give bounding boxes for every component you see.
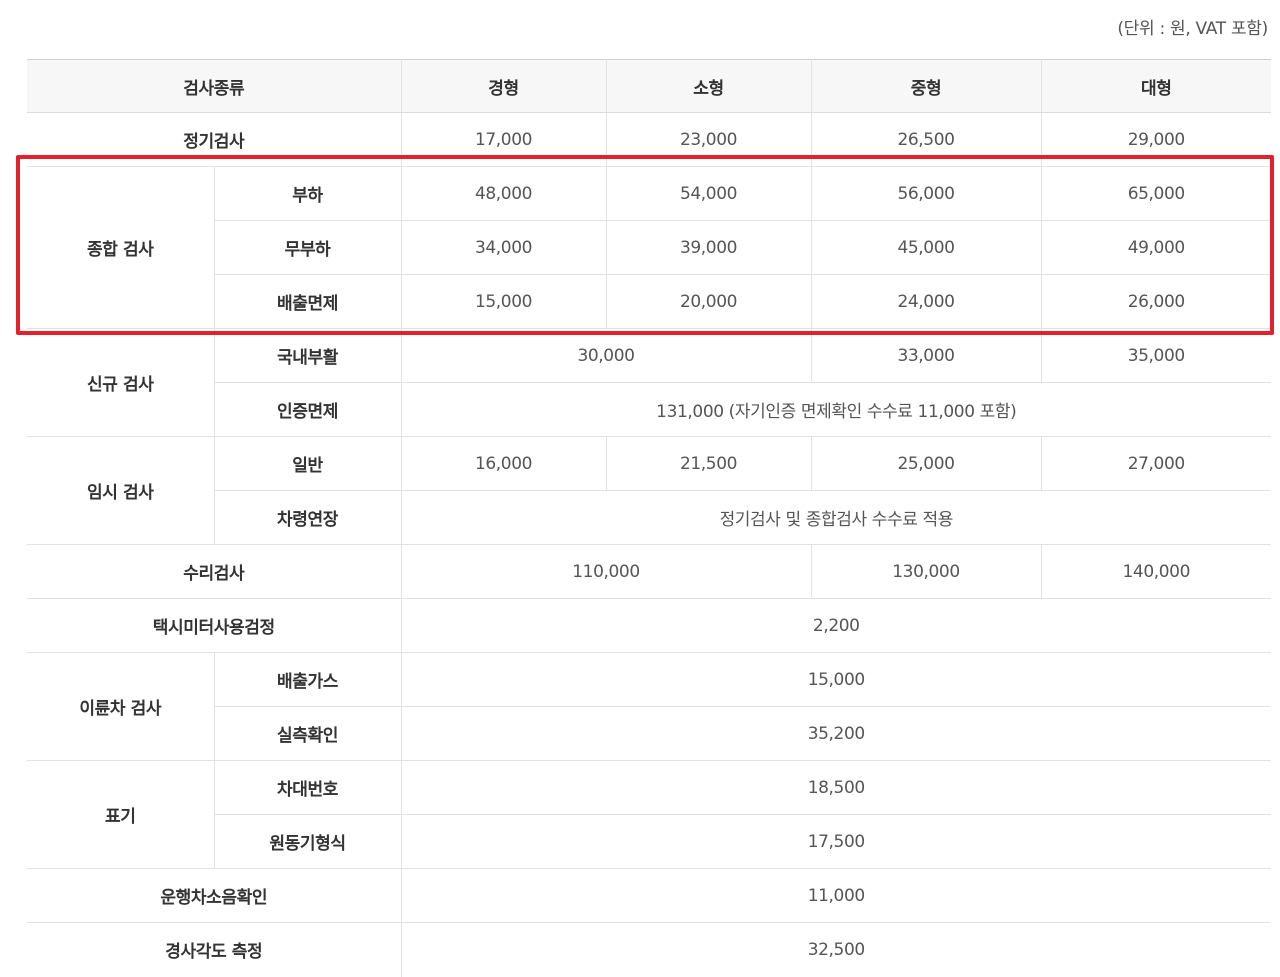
cell-value: 130,000 [810,544,1041,599]
sub-label-load: 부하 [213,166,401,221]
sub-label-exempt: 배출면제 [213,274,401,329]
table-row-comprehensive-load: 종합 검사 부하 48,000 54,000 56,000 65,000 [27,166,1271,329]
cell-value: 25,000 [810,436,1041,491]
table-row-comprehensive-exempt: 배출면제 15,000 20,000 24,000 26,000 [27,274,1271,329]
cell-value: 35,200 [400,706,1271,761]
sub-label-domestic: 국내부활 [213,328,401,383]
fee-table-wrapper: 검사종류 경형 소형 중형 대형 정기검사 17,000 23,000 26,5… [27,59,1271,977]
row-label-repair: 수리검사 [27,544,401,599]
table-row-twowheel-gas: 이륜차 검사 배출가스 15,000 [27,652,1271,761]
cell-value: 65,000 [1040,166,1271,221]
cell-value: 17,500 [400,814,1271,869]
cell-value: 18,500 [400,760,1271,815]
cell-value: 110,000 [400,544,811,599]
cell-value: 21,500 [605,436,811,491]
table-row-twowheel-measure: 실측확인 35,200 [27,706,1271,761]
inspection-fee-table: 검사종류 경형 소형 중형 대형 정기검사 17,000 23,000 26,5… [27,59,1271,977]
cell-value: 29,000 [1040,112,1271,167]
table-row-tilt: 경사각도 측정 32,500 [27,922,1271,977]
row-label-noise: 운행차소음확인 [27,868,401,923]
table-header-row: 검사종류 경형 소형 중형 대형 [27,59,1271,113]
unit-note: (단위 : 원, VAT 포함) [1117,19,1268,39]
header-inspection-type: 검사종류 [27,59,401,113]
cell-value: 16,000 [400,436,606,491]
cell-value: 26,000 [1040,274,1271,329]
cell-value: 32,500 [400,922,1271,977]
cell-value: 23,000 [605,112,811,167]
header-light: 경형 [400,59,606,113]
table-row-noise: 운행차소음확인 11,000 [27,868,1271,923]
cell-value: 39,000 [605,220,811,275]
cell-value: 15,000 [400,274,606,329]
cell-value: 15,000 [400,652,1271,707]
sub-label-measure: 실측확인 [213,706,401,761]
sub-label-cert: 인증면제 [213,382,401,437]
cell-value: 17,000 [400,112,606,167]
cell-value: 30,000 [400,328,811,383]
table-row-temp-general: 임시 검사 일반 16,000 21,500 25,000 27,000 [27,436,1271,545]
row-label-new: 신규 검사 [27,328,214,437]
row-label-taxi: 택시미터사용검정 [27,598,401,653]
row-label-comprehensive: 종합 검사 [27,166,214,329]
cell-value: 20,000 [605,274,811,329]
row-label-temp: 임시 검사 [27,436,214,545]
cell-value: 49,000 [1040,220,1271,275]
header-small: 소형 [605,59,811,113]
table-row-new-cert: 인증면제 131,000 (자기인증 면제확인 수수료 11,000 포함) [27,382,1271,437]
cell-value: 35,000 [1040,328,1271,383]
cell-value: 27,000 [1040,436,1271,491]
sub-label-noload: 무부하 [213,220,401,275]
cell-value: 24,000 [810,274,1041,329]
table-row-new-domestic: 신규 검사 국내부활 30,000 33,000 35,000 [27,328,1271,437]
table-row-comprehensive-noload: 무부하 34,000 39,000 45,000 49,000 [27,220,1271,275]
cell-value: 2,200 [400,598,1271,653]
cell-value: 11,000 [400,868,1271,923]
table-row-repair: 수리검사 110,000 130,000 140,000 [27,544,1271,599]
row-label-marking: 표기 [27,760,214,869]
sub-label-vin: 차대번호 [213,760,401,815]
table-row-marking-engine: 원동기형식 17,500 [27,814,1271,869]
row-label-tilt: 경사각도 측정 [165,942,263,963]
sub-label-extend: 차령연장 [213,490,401,545]
cell-value: 정기검사 및 종합검사 수수료 적용 [400,490,1271,545]
cell-value: 33,000 [810,328,1041,383]
cell-value: 26,500 [810,112,1041,167]
cell-value: 45,000 [810,220,1041,275]
table-row-taxi: 택시미터사용검정 2,200 [27,598,1271,653]
row-label-twowheel: 이륜차 검사 [27,652,214,761]
row-label-regular: 정기검사 [27,112,401,167]
sub-label-gas: 배출가스 [213,652,401,707]
cell-value: 34,000 [400,220,606,275]
cell-value: 140,000 [1040,544,1271,599]
cell-value: 131,000 (자기인증 면제확인 수수료 11,000 포함) [400,382,1271,437]
sub-label-engine: 원동기형식 [213,814,401,869]
sub-label-general: 일반 [213,436,401,491]
cell-value: 48,000 [400,166,606,221]
header-large: 대형 [1040,59,1271,113]
header-medium: 중형 [810,59,1041,113]
cell-value: 56,000 [810,166,1041,221]
table-row-marking-vin: 표기 차대번호 18,500 [27,760,1271,869]
table-row-regular: 정기검사 17,000 23,000 26,500 29,000 [27,112,1271,167]
table-row-temp-extend: 차령연장 정기검사 및 종합검사 수수료 적용 [27,490,1271,545]
cell-value: 54,000 [605,166,811,221]
